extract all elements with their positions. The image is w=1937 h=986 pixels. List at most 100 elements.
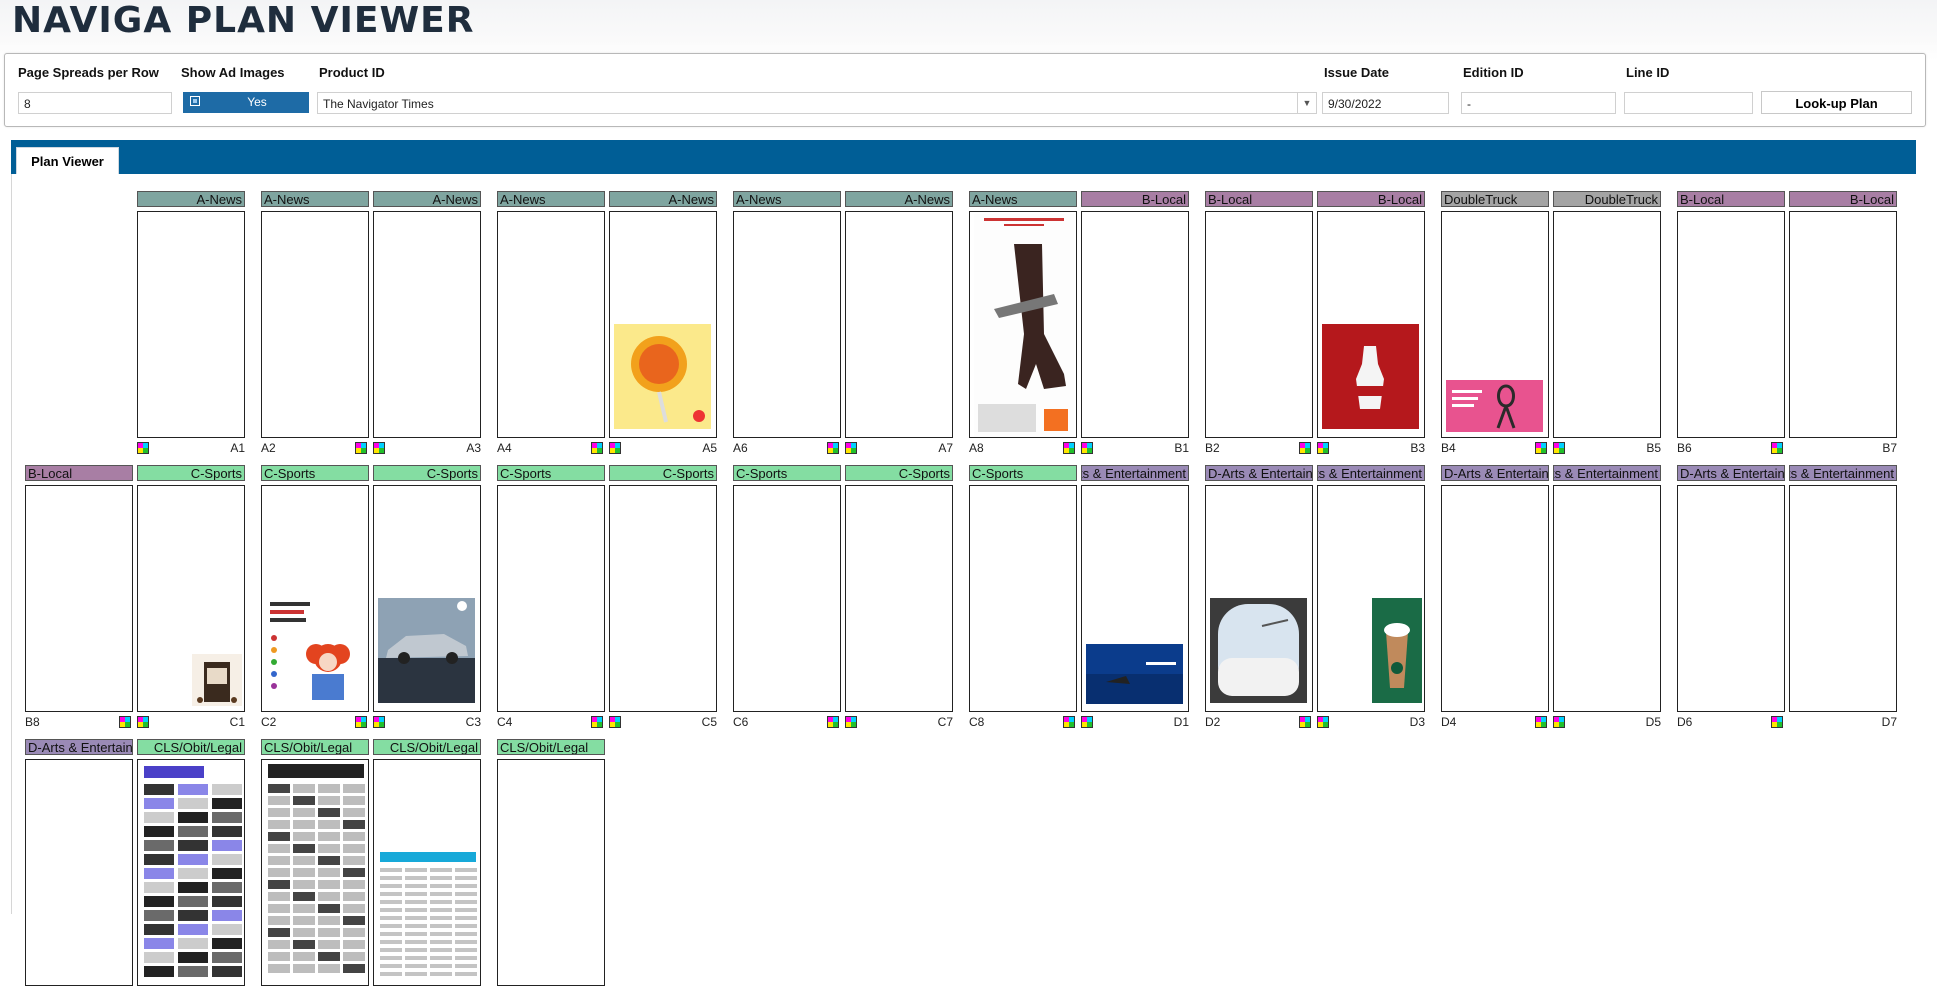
color-mode-icon [1317, 442, 1329, 454]
page-c5[interactable] [609, 485, 717, 712]
section-header-b4: DoubleTruck [1441, 191, 1549, 207]
color-mode-icon [137, 716, 149, 728]
page-e2[interactable] [261, 759, 369, 986]
edition-id-input[interactable]: - [1461, 92, 1616, 114]
section-header-d2: D-Arts & Entertainment [1205, 465, 1313, 481]
page-c8[interactable] [969, 485, 1077, 712]
page-e3[interactable] [373, 759, 481, 986]
page-number: D2 [1205, 715, 1221, 729]
section-header-b8: B-Local [25, 465, 133, 481]
color-mode-icon [1553, 442, 1565, 454]
ad-image-coke[interactable] [1322, 324, 1419, 429]
ad-image-ocean[interactable] [1086, 644, 1183, 704]
page-number: C8 [969, 715, 985, 729]
page-b1[interactable] [1081, 211, 1189, 438]
page-number: C1 [229, 715, 245, 729]
page-b3[interactable] [1317, 211, 1425, 438]
page-number: C5 [701, 715, 717, 729]
page-d2[interactable] [1205, 485, 1313, 712]
show-ad-images-toggle[interactable]: Yes [183, 92, 309, 113]
color-mode-icon [1535, 716, 1547, 728]
ad-image-clown[interactable] [266, 598, 363, 703]
line-id-label: Line ID [1626, 65, 1670, 80]
page-d7[interactable] [1789, 485, 1897, 712]
page-number: B6 [1677, 441, 1692, 455]
page-a6[interactable] [733, 211, 841, 438]
section-header-b2: B-Local [1205, 191, 1313, 207]
page-b7[interactable] [1789, 211, 1897, 438]
section-header-d8: D-Arts & Entertainment [25, 739, 133, 755]
ad-image-car[interactable] [378, 598, 475, 703]
section-header-e3: CLS/Obit/Legal [373, 739, 481, 755]
page-d8[interactable] [25, 759, 133, 986]
page-number: C6 [733, 715, 749, 729]
color-mode-icon [1553, 716, 1565, 728]
page-a8[interactable] [969, 211, 1077, 438]
page-number: D6 [1677, 715, 1693, 729]
ad-image-coffee[interactable] [192, 654, 242, 706]
page-b4[interactable] [1441, 211, 1549, 438]
page-b8[interactable] [25, 485, 133, 712]
line-id-input[interactable] [1624, 92, 1753, 114]
toggle-label: Yes [247, 95, 267, 109]
page-c1[interactable] [137, 485, 245, 712]
page-b2[interactable] [1205, 211, 1313, 438]
chevron-down-icon[interactable]: ▼ [1297, 92, 1316, 114]
page-c6[interactable] [733, 485, 841, 712]
page-a2[interactable] [261, 211, 369, 438]
page-number: C3 [465, 715, 481, 729]
page-c4[interactable] [497, 485, 605, 712]
page-e4[interactable] [497, 759, 605, 986]
tab-plan-viewer[interactable]: Plan Viewer [16, 147, 119, 175]
ad-image-boot[interactable] [974, 214, 1074, 437]
page-a1[interactable] [137, 211, 245, 438]
page-b6[interactable] [1677, 211, 1785, 438]
page-c3[interactable] [373, 485, 481, 712]
color-mode-icon [1535, 442, 1547, 454]
section-header-b5: DoubleTruck [1553, 191, 1661, 207]
page-a7[interactable] [845, 211, 953, 438]
ad-image-legal[interactable] [376, 850, 480, 985]
spreads-per-row-label: Page Spreads per Row [18, 65, 159, 80]
page-number: A8 [969, 441, 984, 455]
page-e1[interactable] [137, 759, 245, 986]
page-number: D5 [1645, 715, 1661, 729]
page-d5[interactable] [1553, 485, 1661, 712]
section-header-d7: D-Arts & Entertainment [1789, 465, 1897, 481]
color-mode-icon [355, 716, 367, 728]
page-a5[interactable] [609, 211, 717, 438]
product-id-select[interactable]: The Navigator Times [317, 92, 1317, 114]
ad-image-obituaries[interactable] [264, 762, 368, 985]
spreads-per-row-input[interactable]: 8 [18, 92, 172, 114]
page-number: A4 [497, 441, 512, 455]
color-mode-icon [1063, 716, 1075, 728]
issue-date-input[interactable]: 9/30/2022 [1322, 92, 1449, 114]
ad-image-lollipop[interactable] [614, 324, 711, 429]
look-up-plan-button[interactable]: Look-up Plan [1761, 91, 1912, 114]
color-mode-icon [1081, 716, 1093, 728]
section-header-c7: C-Sports [845, 465, 953, 481]
page-d3[interactable] [1317, 485, 1425, 712]
section-header-c1: C-Sports [137, 465, 245, 481]
section-header-e2: CLS/Obit/Legal [261, 739, 369, 755]
color-mode-icon [1771, 442, 1783, 454]
section-header-a5: A-News [609, 191, 717, 207]
page-b5[interactable] [1553, 211, 1661, 438]
page-c2[interactable] [261, 485, 369, 712]
ad-image-marketplace[interactable] [140, 762, 244, 985]
ad-image-plane[interactable] [1210, 598, 1307, 703]
section-header-e4: CLS/Obit/Legal [497, 739, 605, 755]
page-a4[interactable] [497, 211, 605, 438]
ad-image-ribbon[interactable] [1446, 380, 1543, 432]
page-d4[interactable] [1441, 485, 1549, 712]
page-d6[interactable] [1677, 485, 1785, 712]
section-header-d5: D-Arts & Entertainment [1553, 465, 1661, 481]
page-a3[interactable] [373, 211, 481, 438]
page-d1[interactable] [1081, 485, 1189, 712]
section-header-c8: C-Sports [969, 465, 1077, 481]
color-mode-icon [1081, 442, 1093, 454]
page-number: B7 [1882, 441, 1897, 455]
ad-image-frappe[interactable] [1372, 598, 1422, 703]
page-c7[interactable] [845, 485, 953, 712]
color-mode-icon [1317, 716, 1329, 728]
